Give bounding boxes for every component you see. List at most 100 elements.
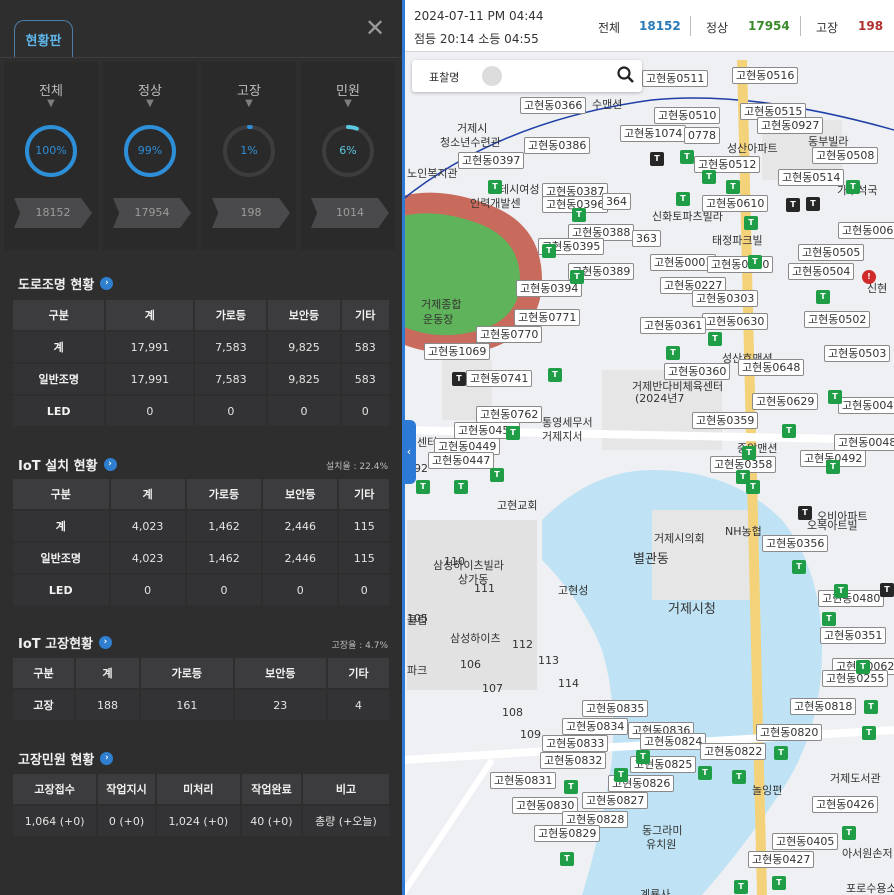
streetlight-marker-icon[interactable]: T xyxy=(792,560,806,574)
collapse-handle-chevron-left-icon[interactable]: ‹ xyxy=(402,420,416,484)
streetlight-marker-icon[interactable]: T xyxy=(490,468,504,482)
streetlight-tag[interactable]: 고현동0048 xyxy=(834,434,894,451)
map-view[interactable]: 거제시 청소년수련관 노인복지관 테시여성 인력개발센 거제종합 운동장 신화토파츠빌라 태정파… xyxy=(402,0,894,895)
streetlight-tag[interactable]: 고현동0514 xyxy=(778,169,845,186)
search-type-toggle[interactable] xyxy=(482,66,502,86)
streetlight-marker-icon[interactable]: T xyxy=(560,852,574,866)
fault-light-marker-icon[interactable]: T xyxy=(650,152,664,166)
streetlight-marker-icon[interactable]: T xyxy=(748,255,762,269)
fault-light-marker-icon[interactable]: T xyxy=(798,506,812,520)
fault-light-marker-icon[interactable]: T xyxy=(786,198,800,212)
close-icon[interactable]: ✕ xyxy=(363,16,387,40)
streetlight-tag[interactable]: 고현동0771 xyxy=(514,309,581,326)
chevron-right-icon[interactable]: › xyxy=(100,752,114,765)
streetlight-marker-icon[interactable]: T xyxy=(636,750,650,764)
streetlight-marker-icon[interactable]: T xyxy=(842,826,856,840)
streetlight-tag[interactable]: 고현동0359 xyxy=(692,412,759,429)
streetlight-marker-icon[interactable]: T xyxy=(698,766,712,780)
stat-card-total[interactable]: 전체 ▼ 100% 18152 xyxy=(4,62,98,250)
streetlight-tag[interactable]: 고현동0834 xyxy=(562,718,629,735)
streetlight-tag[interactable]: 고현동0360 xyxy=(664,363,731,380)
streetlight-tag[interactable]: 고현동0832 xyxy=(540,752,607,769)
streetlight-marker-icon[interactable]: T xyxy=(572,208,586,222)
streetlight-tag[interactable]: 고현동0510 xyxy=(654,107,721,124)
streetlight-marker-icon[interactable]: T xyxy=(822,612,836,626)
streetlight-tag[interactable]: 고현동0829 xyxy=(534,825,601,842)
streetlight-tag[interactable]: 고현동0516 xyxy=(732,67,799,84)
streetlight-marker-icon[interactable]: T xyxy=(834,584,848,598)
fault-light-marker-icon[interactable]: T xyxy=(880,583,894,597)
streetlight-marker-icon[interactable]: T xyxy=(726,180,740,194)
streetlight-marker-icon[interactable]: T xyxy=(862,726,876,740)
streetlight-marker-icon[interactable]: T xyxy=(742,446,756,460)
streetlight-tag[interactable]: 고현동0630 xyxy=(702,313,769,330)
streetlight-marker-icon[interactable]: T xyxy=(680,150,694,164)
streetlight-marker-icon[interactable]: T xyxy=(454,480,468,494)
table-row[interactable]: 고장 188 161 23 4 xyxy=(13,690,389,720)
search-type-label[interactable]: 표찰명 xyxy=(429,69,459,85)
streetlight-marker-icon[interactable]: T xyxy=(614,768,628,782)
streetlight-marker-icon[interactable]: T xyxy=(826,460,840,474)
stat-card-normal[interactable]: 정상 ▼ 99% 17954 xyxy=(103,62,197,250)
streetlight-tag[interactable]: 고현동0835 xyxy=(582,700,649,717)
streetlight-marker-icon[interactable]: T xyxy=(734,880,748,894)
streetlight-marker-icon[interactable]: T xyxy=(774,746,788,760)
table-row[interactable]: LED 0 0 0 0 xyxy=(13,396,389,426)
streetlight-tag[interactable]: 고현동0502 xyxy=(804,311,871,328)
streetlight-tag[interactable]: 고현동0833 xyxy=(542,735,609,752)
stat-card-complaint[interactable]: 민원 ▼ 6% 1014 xyxy=(301,62,395,250)
streetlight-tag[interactable]: 고현동0351 xyxy=(820,627,887,644)
streetlight-tag[interactable]: 고현동1074 xyxy=(620,125,687,142)
streetlight-tag[interactable]: 고현동0386 xyxy=(524,137,591,154)
streetlight-tag[interactable]: 고현동0741 xyxy=(466,370,533,387)
streetlight-tag[interactable]: 고현동0629 xyxy=(752,393,819,410)
streetlight-tag[interactable]: 고현동0480 xyxy=(818,590,885,607)
stat-card-fault[interactable]: 고장 ▼ 1% 198 xyxy=(202,62,296,250)
streetlight-tag[interactable]: 고현동0505 xyxy=(798,244,865,261)
chevron-right-icon[interactable]: › xyxy=(100,277,114,290)
streetlight-marker-icon[interactable]: T xyxy=(676,192,690,206)
streetlight-tag[interactable]: 고현동0827 xyxy=(582,792,649,809)
streetlight-marker-icon[interactable]: T xyxy=(864,700,878,714)
streetlight-marker-icon[interactable]: T xyxy=(542,244,556,258)
streetlight-marker-icon[interactable]: T xyxy=(746,480,760,494)
streetlight-tag[interactable]: 0778 xyxy=(684,127,720,144)
streetlight-tag[interactable]: 고현동0405 xyxy=(772,833,839,850)
streetlight-tag[interactable]: 고현동0447 xyxy=(428,452,495,469)
streetlight-tag[interactable]: 고현동0762 xyxy=(476,406,543,423)
streetlight-marker-icon[interactable]: T xyxy=(488,180,502,194)
streetlight-tag[interactable]: 고현동0927 xyxy=(757,117,824,134)
streetlight-marker-icon[interactable]: T xyxy=(846,180,860,194)
fault-light-marker-icon[interactable]: T xyxy=(806,197,820,211)
streetlight-marker-icon[interactable]: T xyxy=(816,290,830,304)
streetlight-tag[interactable]: 고현동0049 xyxy=(838,397,894,414)
streetlight-tag[interactable]: 고현동0504 xyxy=(788,263,855,280)
streetlight-marker-icon[interactable]: T xyxy=(744,216,758,230)
streetlight-tag[interactable]: 고현동0648 xyxy=(738,359,805,376)
streetlight-tag[interactable]: 고현동0770 xyxy=(476,326,543,343)
streetlight-tag[interactable]: 고현동0511 xyxy=(642,70,709,87)
streetlight-marker-icon[interactable]: T xyxy=(564,780,578,794)
streetlight-tag[interactable]: 고현동0824 xyxy=(640,733,707,750)
streetlight-tag[interactable]: 고현동0427 xyxy=(748,851,815,868)
streetlight-marker-icon[interactable]: T xyxy=(782,424,796,438)
streetlight-tag[interactable]: 고현동0831 xyxy=(490,772,557,789)
fault-light-marker-icon[interactable]: T xyxy=(452,372,466,386)
streetlight-marker-icon[interactable]: T xyxy=(732,770,746,784)
streetlight-tag[interactable]: 고현동0818 xyxy=(790,698,857,715)
search-input[interactable] xyxy=(508,65,608,87)
table-row[interactable]: LED 0 0 0 0 xyxy=(13,575,389,605)
streetlight-marker-icon[interactable]: T xyxy=(856,660,870,674)
streetlight-tag[interactable]: 고현동0303 xyxy=(692,290,759,307)
streetlight-tag[interactable]: 고현동0500 xyxy=(707,256,774,273)
streetlight-tag[interactable]: 고현동0820 xyxy=(756,724,823,741)
streetlight-marker-icon[interactable]: T xyxy=(708,332,722,346)
streetlight-marker-icon[interactable]: T xyxy=(506,426,520,440)
streetlight-tag[interactable]: 고현동0503 xyxy=(824,345,891,362)
streetlight-marker-icon[interactable]: T xyxy=(548,368,562,382)
streetlight-tag[interactable]: 고현동1069 xyxy=(424,343,491,360)
table-row[interactable]: 1,064 (+0) 0 (+0) 1,024 (+0) 40 (+0) 총량 (+오늘… xyxy=(13,806,389,836)
streetlight-marker-icon[interactable]: T xyxy=(666,346,680,360)
streetlight-marker-icon[interactable]: T xyxy=(702,170,716,184)
alert-marker-icon[interactable]: ! xyxy=(862,270,876,284)
